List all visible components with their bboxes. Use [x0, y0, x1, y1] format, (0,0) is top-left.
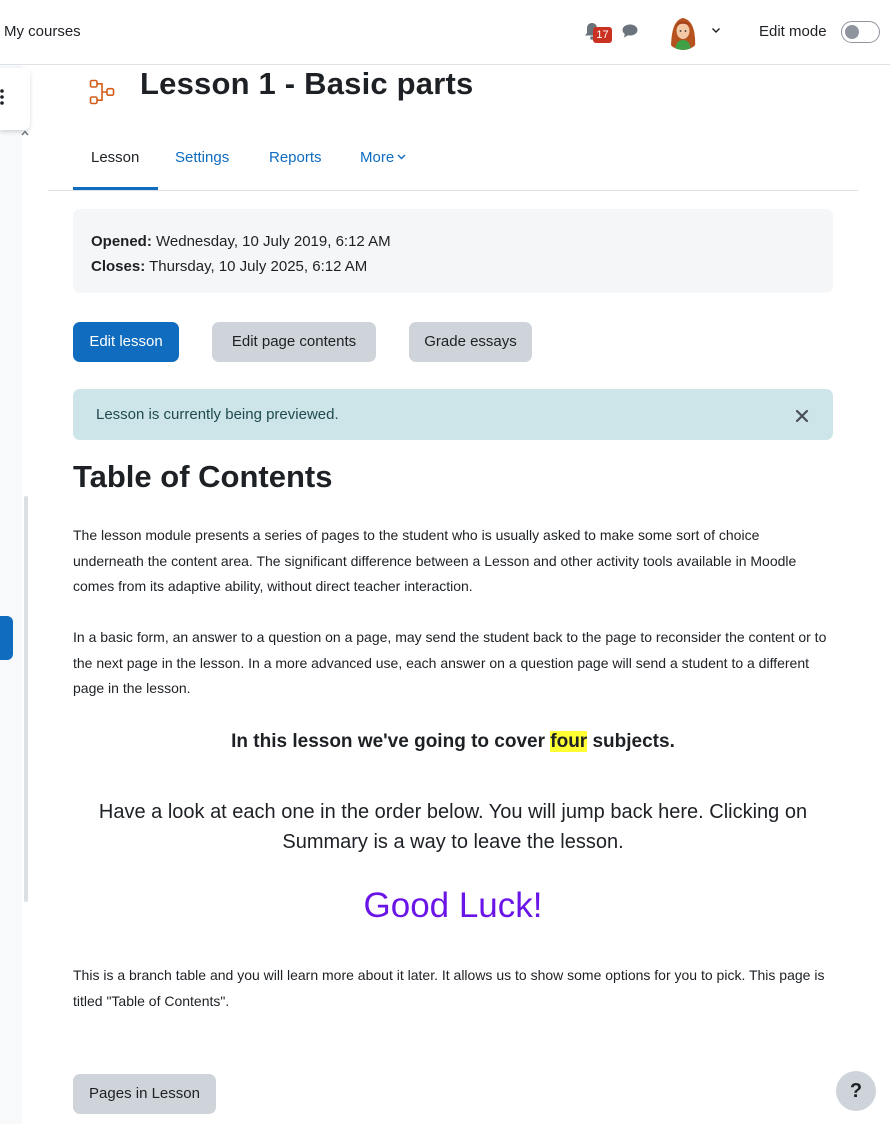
- edit-lesson-button[interactable]: Edit lesson: [73, 322, 179, 362]
- tab-reports[interactable]: Reports: [269, 149, 322, 166]
- chevron-down-icon[interactable]: [710, 24, 722, 36]
- opened-value: Wednesday, 10 July 2019, 6:12 AM: [151, 233, 391, 250]
- top-navbar: My courses 17 Edit mode: [0, 0, 890, 65]
- activity-dates: Opened: Wednesday, 10 July 2019, 6:12 AM…: [73, 209, 833, 293]
- pages-in-lesson-button[interactable]: Pages in Lesson: [73, 1074, 216, 1114]
- closes-label: Closes:: [91, 258, 146, 275]
- tab-more[interactable]: More: [360, 149, 406, 166]
- chevron-down-icon: [397, 154, 406, 160]
- page-title: Lesson 1 - Basic parts: [140, 66, 474, 101]
- tab-settings[interactable]: Settings: [175, 149, 229, 166]
- edit-mode-toggle[interactable]: [841, 21, 880, 43]
- good-luck-text: Good Luck!: [363, 886, 543, 925]
- closes-date: Closes: Thursday, 10 July 2025, 6:12 AM: [91, 254, 815, 279]
- instructions-text: Have a look at each one in the order bel…: [98, 801, 808, 853]
- alert-text: Lesson is currently being previewed.: [96, 406, 339, 423]
- scrollbar[interactable]: [24, 496, 28, 902]
- subjects-before: In this lesson we've going to cover: [231, 731, 551, 752]
- preview-alert: Lesson is currently being previewed.: [73, 389, 833, 440]
- opened-date: Opened: Wednesday, 10 July 2019, 6:12 AM: [91, 229, 815, 254]
- grade-essays-button[interactable]: Grade essays: [409, 322, 532, 362]
- branch-table-paragraph: This is a branch table and you will lear…: [73, 967, 825, 1009]
- close-icon[interactable]: [795, 409, 809, 423]
- caret-up-icon[interactable]: [21, 130, 29, 136]
- user-avatar[interactable]: [665, 14, 701, 50]
- left-drawer-strip: [0, 65, 22, 1124]
- more-vertical-icon[interactable]: [0, 89, 6, 105]
- notification-badge: 17: [593, 27, 612, 43]
- closes-value: Thursday, 10 July 2025, 6:12 AM: [145, 258, 368, 275]
- opened-label: Opened:: [91, 233, 152, 250]
- basic-form-paragraph: In a basic form, an answer to a question…: [73, 629, 827, 696]
- toggle-knob: [845, 25, 859, 39]
- lesson-icon: [89, 79, 115, 105]
- subjects-highlight: four: [550, 731, 588, 752]
- subjects-after: subjects.: [587, 731, 675, 752]
- edit-page-contents-button[interactable]: Edit page contents: [212, 322, 376, 362]
- secondary-navigation: Lesson Settings Reports More: [48, 134, 858, 191]
- block-drawer-toggle[interactable]: [0, 616, 13, 660]
- content-title: Table of Contents: [73, 459, 333, 494]
- active-tab-indicator: [73, 187, 158, 190]
- nav-my-courses[interactable]: My courses: [4, 23, 81, 40]
- edit-mode-label: Edit mode: [759, 23, 827, 40]
- tab-lesson[interactable]: Lesson: [91, 149, 139, 166]
- intro-paragraph: The lesson module presents a series of p…: [73, 527, 797, 594]
- tab-more-label: More: [360, 149, 395, 166]
- help-button[interactable]: ?: [836, 1071, 876, 1111]
- subjects-heading: In this lesson we've going to cover four…: [73, 731, 833, 753]
- chat-icon[interactable]: [621, 23, 639, 39]
